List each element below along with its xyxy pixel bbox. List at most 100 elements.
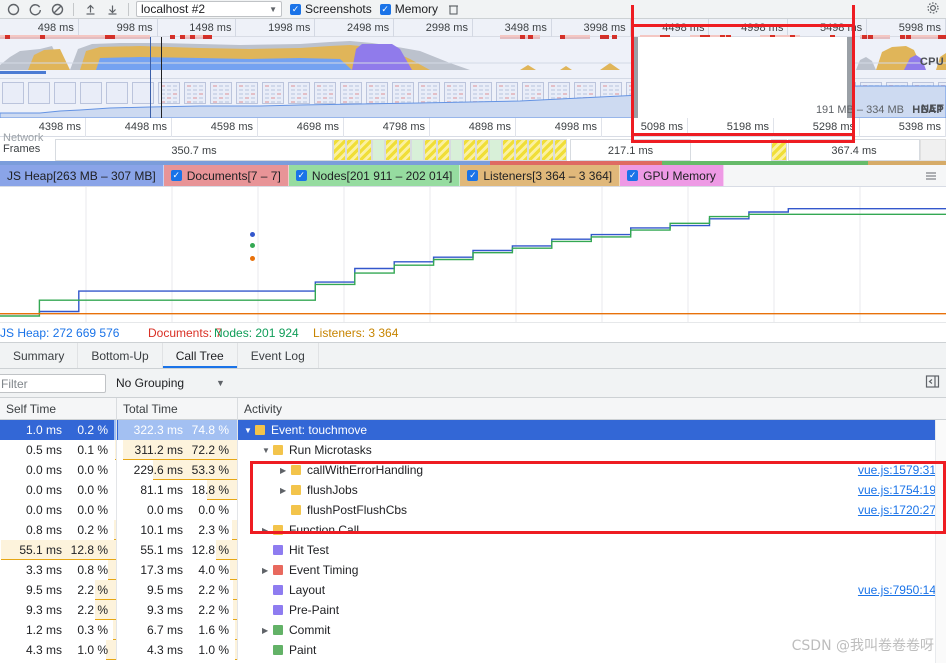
source-link[interactable]: vue.js:7950:14 (858, 583, 946, 597)
trash-icon[interactable] (442, 0, 464, 18)
timeline-tick: 5298 ms (774, 118, 860, 137)
memory-counter-label: Documents[7 – 7] (187, 169, 281, 183)
memory-counter-chip[interactable]: ✓Nodes[201 911 – 202 014] (289, 165, 461, 186)
frame-block-dropped[interactable] (554, 139, 567, 161)
cell-activity: Hit Test (238, 540, 946, 560)
chevron-right-icon[interactable]: ▶ (280, 486, 291, 495)
source-link[interactable]: vue.js:1754:19 (858, 483, 946, 497)
cell-activity: ▼ Run Microtasks (238, 440, 946, 460)
frame-block-partial[interactable] (920, 139, 946, 161)
column-header-activity[interactable]: Activity (238, 398, 946, 420)
call-tree-scrollbar[interactable] (935, 420, 946, 663)
chevron-right-icon[interactable]: ▶ (262, 566, 273, 575)
frame-block-dropped[interactable] (385, 139, 398, 161)
record-icon[interactable] (2, 0, 24, 18)
event-color-swatch (273, 605, 283, 615)
call-tree-body[interactable]: 1.0 ms0.2 %322.3 ms74.8 %▼Event: touchmo… (0, 420, 946, 663)
total-time-value: 9.5 ms (124, 583, 187, 597)
reload-icon[interactable] (24, 0, 46, 18)
timeline-overview[interactable]: 498 ms998 ms1498 ms1998 ms2498 ms2998 ms… (0, 19, 946, 118)
self-time-value: 0.0 ms (3, 503, 66, 517)
tab-event-log[interactable]: Event Log (238, 343, 319, 368)
memory-counter-chip[interactable]: ✓Listeners[3 364 – 3 364] (460, 165, 620, 186)
tab-summary[interactable]: Summary (0, 343, 78, 368)
tab-bottom-up[interactable]: Bottom-Up (78, 343, 162, 368)
table-row[interactable]: 9.5 ms2.2 %9.5 ms2.2 %Layoutvue.js:7950:… (0, 580, 946, 600)
event-color-swatch (273, 625, 283, 635)
frame-block[interactable]: 350.7 ms (55, 139, 333, 161)
activity-name: Paint (289, 643, 316, 657)
hamburger-icon[interactable] (916, 165, 946, 186)
save-profile-icon[interactable] (101, 0, 123, 18)
chevron-right-icon[interactable]: ▶ (280, 466, 291, 475)
self-time-percent: 0.3 % (66, 623, 112, 637)
grouping-select[interactable]: No Grouping ▼ (116, 376, 225, 390)
total-time-percent: 72.2 % (187, 443, 233, 457)
table-row[interactable]: 55.1 ms12.8 %55.1 ms12.8 %Hit Test (0, 540, 946, 560)
chevron-down-icon[interactable]: ▼ (262, 446, 273, 455)
self-time-value: 55.1 ms (3, 543, 66, 557)
frame-block-dropped[interactable] (346, 139, 359, 161)
column-header-total-time[interactable]: Total Time (117, 398, 238, 420)
frame-block-dropped[interactable] (333, 139, 346, 161)
chevron-right-icon[interactable]: ▶ (262, 626, 273, 635)
memory-checkbox[interactable]: ✓ Memory (380, 2, 438, 16)
gear-icon[interactable] (926, 1, 940, 18)
cell-total-time: 229.6 ms53.3 % (117, 460, 238, 480)
self-time-percent: 2.2 % (66, 583, 112, 597)
column-header-self-time[interactable]: Self Time (0, 398, 117, 420)
frame-block-partial[interactable] (372, 139, 385, 161)
chevron-right-icon[interactable]: ▶ (262, 526, 273, 535)
table-row[interactable]: 9.3 ms2.2 %9.3 ms2.2 %Pre-Paint (0, 600, 946, 620)
timeline-tracks[interactable]: Network Frames 350.7 ms 217.1 ms 367.4 m… (0, 137, 946, 165)
frame-block-dropped[interactable] (463, 139, 476, 161)
frame-block-dropped[interactable] (398, 139, 411, 161)
activity-name: Run Microtasks (289, 443, 372, 457)
total-time-bar (233, 580, 237, 600)
detail-tabs[interactable]: SummaryBottom-UpCall TreeEvent Log (0, 343, 946, 369)
table-row[interactable]: 0.8 ms0.2 %10.1 ms2.3 %▶Function Call (0, 520, 946, 540)
table-row[interactable]: 1.0 ms0.2 %322.3 ms74.8 %▼Event: touchmo… (0, 420, 946, 440)
frame-block-dropped[interactable] (541, 139, 554, 161)
frame-block-partial[interactable] (489, 139, 502, 161)
frame-block-partial[interactable] (450, 139, 463, 161)
self-time-percent: 0.0 % (66, 503, 112, 517)
source-link[interactable]: vue.js:1720:27 (858, 503, 946, 517)
table-row[interactable]: 0.5 ms0.1 %311.2 ms72.2 %▼Run Microtasks (0, 440, 946, 460)
table-row[interactable]: 0.0 ms0.0 %229.6 ms53.3 %▶callWithErrorH… (0, 460, 946, 480)
show-sidebar-icon[interactable] (925, 374, 940, 392)
frame-block-dropped[interactable] (359, 139, 372, 161)
frame-block-dropped[interactable] (502, 139, 515, 161)
tab-call-tree[interactable]: Call Tree (163, 343, 238, 368)
frame-block-dropped[interactable] (771, 139, 787, 161)
memory-counter-chip[interactable]: JS Heap[263 MB – 307 MB] (0, 165, 164, 186)
frame-block-dropped[interactable] (424, 139, 437, 161)
self-time-bar (115, 440, 116, 460)
self-time-bar (114, 520, 116, 540)
memory-chart-svg (0, 187, 946, 322)
self-time-percent: 1.0 % (66, 643, 112, 657)
clear-icon[interactable] (46, 0, 68, 18)
table-row[interactable]: 0.0 ms0.0 %0.0 ms0.0 %flushPostFlushCbsv… (0, 500, 946, 520)
frame-block-dropped[interactable] (515, 139, 528, 161)
self-time-percent: 0.0 % (66, 463, 112, 477)
performance-toolbar: localhost #2 ▼ ✓ Screenshots ✓ Memory (0, 0, 946, 19)
frame-block[interactable]: 217.1 ms (570, 139, 691, 161)
frame-block-dropped[interactable] (476, 139, 489, 161)
frame-block-partial[interactable] (411, 139, 424, 161)
screenshots-checkbox[interactable]: ✓ Screenshots (290, 2, 372, 16)
source-link[interactable]: vue.js:1579:31 (858, 463, 946, 477)
target-select[interactable]: localhost #2 ▼ (136, 1, 282, 17)
memory-counter-chip[interactable]: ✓GPU Memory (620, 165, 724, 186)
cell-total-time: 311.2 ms72.2 % (117, 440, 238, 460)
table-row[interactable]: 0.0 ms0.0 %81.1 ms18.8 %▶flushJobsvue.js… (0, 480, 946, 500)
frame-block[interactable]: 367.4 ms (788, 139, 920, 161)
table-row[interactable]: 3.3 ms0.8 %17.3 ms4.0 %▶Event Timing (0, 560, 946, 580)
frame-block-dropped[interactable] (437, 139, 450, 161)
timeline-tick: 5098 ms (602, 118, 688, 137)
filter-input[interactable]: Filter (0, 374, 106, 393)
load-profile-icon[interactable] (79, 0, 101, 18)
memory-counter-chip[interactable]: ✓Documents[7 – 7] (164, 165, 289, 186)
frame-block-dropped[interactable] (528, 139, 541, 161)
chevron-down-icon[interactable]: ▼ (244, 426, 255, 435)
